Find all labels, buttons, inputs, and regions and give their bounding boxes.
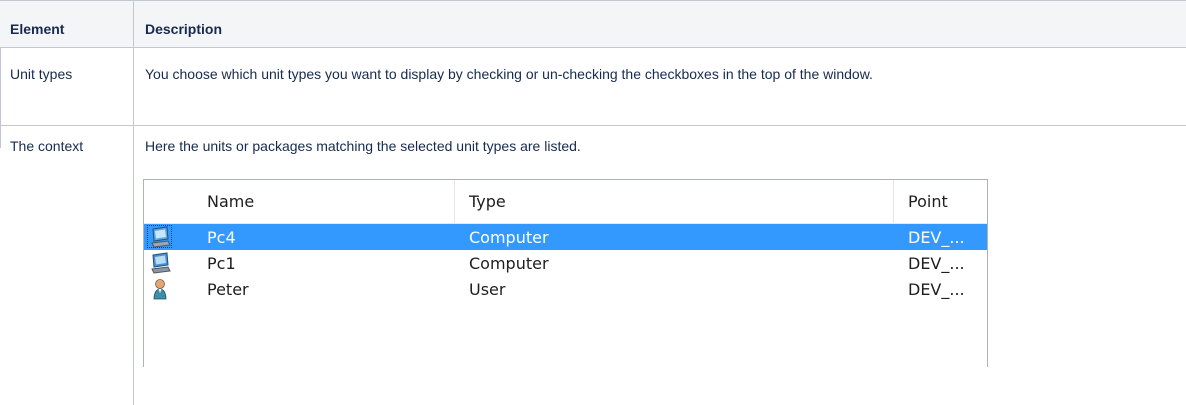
row-unit-types-element: Unit types	[10, 66, 73, 82]
list-item-name: Pc1	[207, 254, 236, 273]
table-left-border	[0, 48, 1, 148]
list-item-pc4[interactable]: Pc4 Computer DEV_...	[144, 224, 987, 250]
row-context-element: The context	[10, 138, 84, 154]
row-unit-types-description: You choose which unit types you want to …	[145, 66, 873, 82]
header-element: Element	[10, 21, 65, 37]
list-item-name: Pc4	[207, 228, 236, 247]
column-separator[interactable]	[454, 180, 455, 223]
focus-rectangle	[147, 225, 172, 248]
table-header-row: Element Description	[0, 0, 1186, 48]
unit-list-view: Name Type Point Pc4 Computer DEV_... Pc1…	[143, 179, 988, 367]
column-separator[interactable]	[893, 180, 894, 223]
row-context-description: Here the units or packages matching the …	[145, 138, 581, 154]
list-item-point: DEV_...	[908, 228, 965, 247]
doc-table: Element Description Unit types You choos…	[0, 0, 1186, 405]
column-header-name[interactable]: Name	[207, 192, 254, 211]
column-divider	[133, 0, 134, 405]
list-header: Name Type Point	[144, 180, 987, 224]
list-item-peter[interactable]: Peter User DEV_...	[144, 276, 987, 302]
column-header-type[interactable]: Type	[469, 192, 506, 211]
list-item-type: Computer	[469, 228, 549, 247]
list-item-point: DEV_...	[908, 254, 965, 273]
header-description: Description	[145, 21, 223, 37]
list-item-type: Computer	[469, 254, 549, 273]
list-item-type: User	[469, 280, 506, 299]
user-icon	[150, 278, 172, 300]
list-item-name: Peter	[207, 280, 249, 299]
list-item-pc1[interactable]: Pc1 Computer DEV_...	[144, 250, 987, 276]
row-separator	[0, 125, 1186, 126]
column-header-point[interactable]: Point	[908, 192, 948, 211]
computer-icon	[150, 252, 172, 274]
list-item-point: DEV_...	[908, 280, 965, 299]
